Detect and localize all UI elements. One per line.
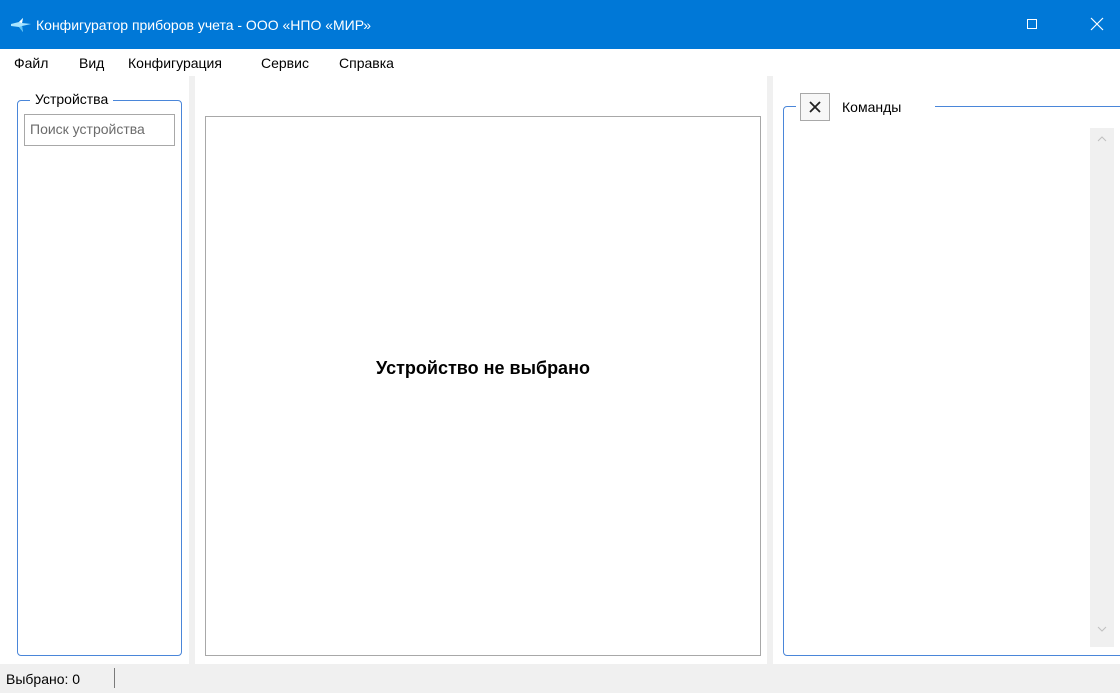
- menu-view[interactable]: Вид: [79, 55, 104, 72]
- devices-group-title: Устройства: [30, 91, 114, 108]
- menu-bar: Файл Вид Конфигурация Сервис Справка: [0, 49, 1120, 76]
- commands-scrollbar[interactable]: [1090, 128, 1114, 647]
- main-content: Устройства Устройство не выбрано Команды: [0, 76, 1120, 664]
- selected-count: 0: [72, 671, 81, 687]
- scroll-down-icon[interactable]: [1097, 626, 1107, 632]
- menu-file[interactable]: Файл: [14, 55, 48, 72]
- app-logo-icon: [11, 18, 31, 32]
- menu-configuration[interactable]: Конфигурация: [128, 55, 222, 72]
- close-commands-button[interactable]: [800, 93, 830, 121]
- devices-group: [17, 100, 182, 656]
- close-icon: [809, 101, 821, 113]
- device-view-frame: Устройство не выбрано: [205, 116, 761, 656]
- commands-group: [783, 106, 1120, 656]
- device-search-input[interactable]: [25, 115, 175, 143]
- commands-group-header: Команды: [796, 93, 935, 123]
- menu-service[interactable]: Сервис: [261, 55, 309, 72]
- menu-help[interactable]: Справка: [339, 55, 394, 72]
- device-search-box[interactable]: [24, 114, 175, 146]
- right-splitter[interactable]: [767, 76, 773, 664]
- scroll-up-icon[interactable]: [1097, 136, 1107, 142]
- commands-group-title: Команды: [842, 99, 902, 115]
- maximize-button[interactable]: [1010, 0, 1056, 49]
- window-title: Конфигуратор приборов учета - ООО «НПО «…: [36, 17, 372, 33]
- close-icon: [1090, 17, 1104, 31]
- selected-label: Выбрано:: [6, 671, 69, 687]
- selected-count-status: Выбрано: 0: [6, 671, 80, 688]
- status-bar: Выбрано: 0: [0, 664, 1120, 693]
- maximize-icon: [1027, 19, 1037, 29]
- close-window-button[interactable]: [1074, 0, 1120, 49]
- title-bar[interactable]: Конфигуратор приборов учета - ООО «НПО «…: [0, 0, 1120, 49]
- no-device-message: Устройство не выбрано: [376, 358, 590, 378]
- status-separator: [114, 668, 115, 688]
- app-window: Конфигуратор приборов учета - ООО «НПО «…: [0, 0, 1120, 693]
- left-splitter[interactable]: [189, 76, 195, 664]
